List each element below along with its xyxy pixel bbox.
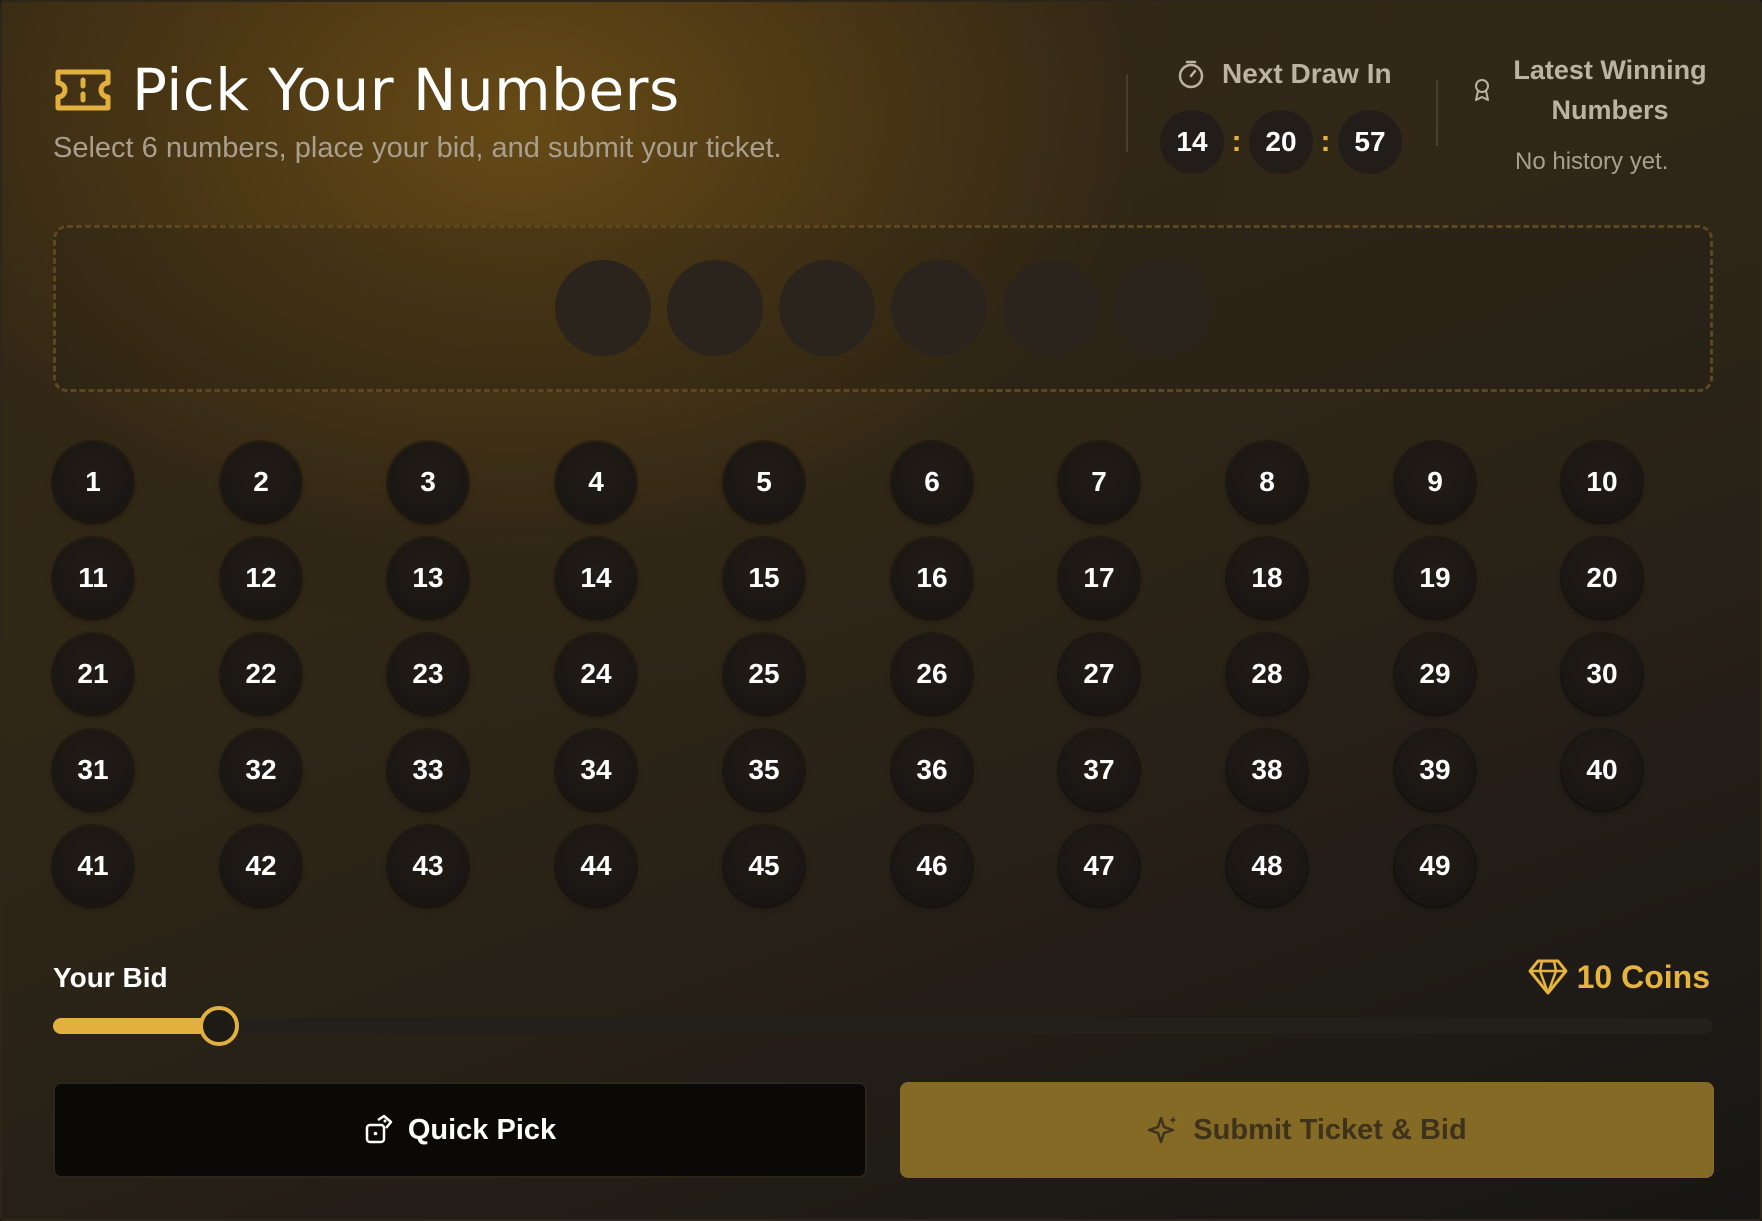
countdown-separator: : — [1320, 125, 1331, 158]
page-subtitle: Select 6 numbers, place your bid, and su… — [53, 132, 782, 164]
quick-pick-label: Quick Pick — [407, 1113, 557, 1146]
number-ball-29[interactable]: 29 — [1395, 634, 1475, 714]
quick-pick-button[interactable]: Quick Pick — [53, 1082, 867, 1178]
number-ball-23[interactable]: 23 — [388, 634, 468, 714]
selected-number-slot — [779, 260, 875, 356]
bid-slider-thumb[interactable] — [199, 1006, 239, 1046]
sparkle-icon — [1148, 1116, 1178, 1144]
number-ball-27[interactable]: 27 — [1059, 634, 1139, 714]
number-ball-42[interactable]: 42 — [221, 826, 301, 906]
number-ball-6[interactable]: 6 — [892, 442, 972, 522]
medal-icon — [1475, 79, 1489, 101]
countdown-separator: : — [1231, 125, 1242, 158]
number-ball-12[interactable]: 12 — [221, 538, 301, 618]
number-ball-34[interactable]: 34 — [556, 730, 636, 810]
number-ball-45[interactable]: 45 — [724, 826, 804, 906]
next-draw-label: Next Draw In — [1222, 58, 1392, 89]
draw-countdown: 14 : 20 : 57 — [1160, 110, 1402, 174]
number-ball-14[interactable]: 14 — [556, 538, 636, 618]
number-ball-22[interactable]: 22 — [221, 634, 301, 714]
countdown-minutes: 20 — [1249, 110, 1313, 174]
number-ball-48[interactable]: 48 — [1227, 826, 1307, 906]
selected-number-slot — [667, 260, 763, 356]
stopwatch-icon — [1178, 60, 1204, 89]
number-ball-11[interactable]: 11 — [53, 538, 133, 618]
number-ball-49[interactable]: 49 — [1395, 826, 1475, 906]
number-ball-15[interactable]: 15 — [724, 538, 804, 618]
selected-number-slot — [555, 260, 651, 356]
number-ball-40[interactable]: 40 — [1562, 730, 1642, 810]
dice-icon — [365, 1114, 393, 1144]
number-ball-47[interactable]: 47 — [1059, 826, 1139, 906]
number-ball-24[interactable]: 24 — [556, 634, 636, 714]
countdown-seconds: 57 — [1338, 110, 1402, 174]
bid-slider[interactable] — [53, 1006, 1713, 1046]
selected-numbers-area — [53, 225, 1713, 392]
number-ball-17[interactable]: 17 — [1059, 538, 1139, 618]
number-ball-33[interactable]: 33 — [388, 730, 468, 810]
submit-ticket-label: Submit Ticket & Bid — [1193, 1113, 1467, 1146]
number-ball-25[interactable]: 25 — [724, 634, 804, 714]
number-ball-44[interactable]: 44 — [556, 826, 636, 906]
bid-slider-fill — [53, 1018, 219, 1034]
number-ball-5[interactable]: 5 — [724, 442, 804, 522]
page-title: Pick Your Numbers — [132, 56, 680, 124]
header-divider — [1126, 74, 1128, 152]
number-ball-36[interactable]: 36 — [892, 730, 972, 810]
bid-label: Your Bid — [53, 962, 168, 993]
number-ball-21[interactable]: 21 — [53, 634, 133, 714]
number-ball-26[interactable]: 26 — [892, 634, 972, 714]
number-ball-18[interactable]: 18 — [1227, 538, 1307, 618]
number-ball-7[interactable]: 7 — [1059, 442, 1139, 522]
countdown-hours: 14 — [1160, 110, 1224, 174]
pick-numbers-card: Pick Your Numbers Select 6 numbers, plac… — [0, 0, 1762, 1221]
header-divider — [1436, 80, 1438, 146]
number-ball-43[interactable]: 43 — [388, 826, 468, 906]
number-ball-31[interactable]: 31 — [53, 730, 133, 810]
number-ball-9[interactable]: 9 — [1395, 442, 1475, 522]
number-ball-13[interactable]: 13 — [388, 538, 468, 618]
number-ball-4[interactable]: 4 — [556, 442, 636, 522]
bid-amount: 10 Coins — [1576, 959, 1710, 995]
number-ball-10[interactable]: 10 — [1562, 442, 1642, 522]
number-ball-20[interactable]: 20 — [1562, 538, 1642, 618]
title-row: Pick Your Numbers — [52, 56, 680, 124]
number-ball-38[interactable]: 38 — [1227, 730, 1307, 810]
number-ball-19[interactable]: 19 — [1395, 538, 1475, 618]
selected-number-slot — [1115, 260, 1211, 356]
number-ball-32[interactable]: 32 — [221, 730, 301, 810]
latest-winning-empty: No history yet. — [1515, 148, 1669, 175]
number-ball-8[interactable]: 8 — [1227, 442, 1307, 522]
number-ball-2[interactable]: 2 — [221, 442, 301, 522]
ticket-icon — [55, 69, 111, 111]
gem-icon — [1528, 959, 1568, 995]
number-ball-41[interactable]: 41 — [53, 826, 133, 906]
next-draw-header: Next Draw In — [1176, 58, 1392, 90]
number-ball-30[interactable]: 30 — [1562, 634, 1642, 714]
submit-ticket-button[interactable]: Submit Ticket & Bid — [900, 1082, 1714, 1178]
number-ball-16[interactable]: 16 — [892, 538, 972, 618]
selected-number-slot — [1003, 260, 1099, 356]
number-ball-3[interactable]: 3 — [388, 442, 468, 522]
latest-winning-title: Latest Winning Numbers — [1513, 55, 1707, 125]
number-ball-39[interactable]: 39 — [1395, 730, 1475, 810]
number-ball-35[interactable]: 35 — [724, 730, 804, 810]
number-ball-37[interactable]: 37 — [1059, 730, 1139, 810]
selected-number-slot — [891, 260, 987, 356]
number-ball-46[interactable]: 46 — [892, 826, 972, 906]
number-ball-28[interactable]: 28 — [1227, 634, 1307, 714]
number-ball-1[interactable]: 1 — [53, 442, 133, 522]
